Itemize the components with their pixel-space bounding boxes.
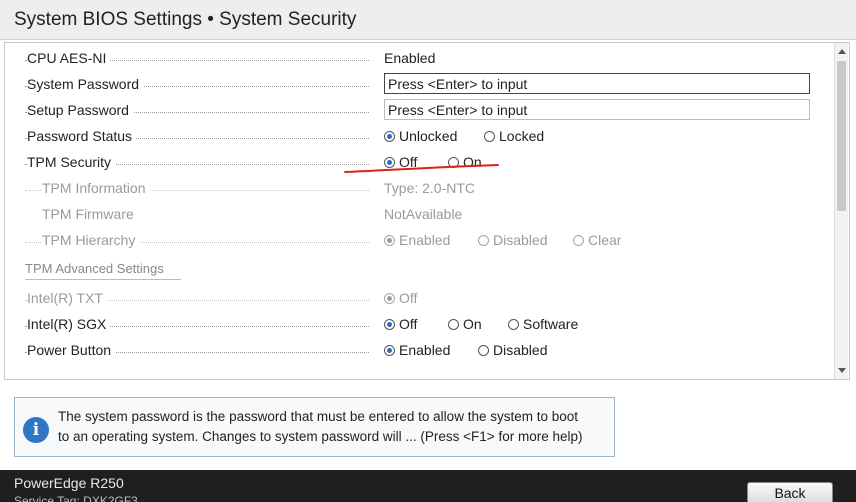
help-text: The system password is the password that… <box>58 407 610 447</box>
radio-dot <box>384 344 395 356</box>
intel-sgx-software-radio[interactable]: Software <box>508 316 578 332</box>
password-status-unlocked-radio[interactable]: Unlocked <box>384 128 457 144</box>
tpm-security-off-radio[interactable]: Off <box>384 154 417 170</box>
tpm-information-label: TPM Information <box>42 180 150 196</box>
system-model: PowerEdge R250 <box>14 475 124 491</box>
row-intel-txt: Intel(R) TXT Off <box>5 287 835 311</box>
intel-sgx-on-radio[interactable]: On <box>448 316 482 332</box>
radio-dot <box>448 156 459 168</box>
radio-dot <box>478 344 489 356</box>
row-tpm-security: TPM Security Off On <box>5 151 835 175</box>
intel-sgx-off-radio[interactable]: Off <box>384 316 417 332</box>
radio-label: On <box>463 154 482 170</box>
scroll-down-arrow-icon[interactable] <box>838 368 846 373</box>
radio-dot <box>448 318 459 330</box>
setup-password-label: Setup Password <box>27 102 133 118</box>
radio-dot <box>384 156 395 168</box>
settings-panel: CPU AES-NI Enabled System Password Press… <box>4 42 850 380</box>
row-password-status: Password Status Unlocked Locked <box>5 125 835 149</box>
system-password-input[interactable]: Press <Enter> to input <box>384 73 810 94</box>
radio-dot <box>478 234 489 246</box>
tpm-hierarchy-label: TPM Hierarchy <box>42 232 140 248</box>
row-power-button: Power Button Enabled Disabled <box>5 339 835 363</box>
power-button-disabled-radio[interactable]: Disabled <box>478 342 547 358</box>
row-intel-sgx: Intel(R) SGX Off On Software <box>5 313 835 337</box>
radio-label: Off <box>399 316 418 332</box>
cpu-aes-ni-value: Enabled <box>384 50 436 66</box>
help-line-1: The system password is the password that… <box>58 409 579 424</box>
password-status-locked-radio[interactable]: Locked <box>484 128 544 144</box>
tpm-information-value: Type: 2.0-NTC <box>384 180 476 196</box>
tpm-hierarchy-disabled-radio: Disabled <box>478 232 547 248</box>
footer-bar: PowerEdge R250 Service Tag: DXK2GF3 <box>0 470 856 502</box>
tpm-hierarchy-clear-radio: Clear <box>573 232 621 248</box>
radio-dot <box>573 234 584 246</box>
title-bar: System BIOS Settings • System Security <box>0 0 856 40</box>
intel-txt-off-radio: Off <box>384 290 417 306</box>
radio-label: Clear <box>588 232 622 248</box>
radio-label: Software <box>523 316 579 332</box>
row-system-password: System Password Press <Enter> to input <box>5 73 835 97</box>
radio-label: Locked <box>499 128 545 144</box>
power-button-enabled-radio[interactable]: Enabled <box>384 342 450 358</box>
tpm-firmware-value: NotAvailable <box>384 206 463 222</box>
radio-dot <box>384 234 395 246</box>
cpu-aes-ni-label: CPU AES-NI <box>27 50 111 66</box>
vertical-scrollbar[interactable] <box>834 43 848 379</box>
tpm-hierarchy-enabled-radio: Enabled <box>384 232 450 248</box>
radio-label: Enabled <box>399 342 451 358</box>
radio-label: Unlocked <box>399 128 458 144</box>
setup-password-input[interactable]: Press <Enter> to input <box>384 99 810 120</box>
radio-dot <box>484 130 495 142</box>
intel-sgx-label: Intel(R) SGX <box>27 316 111 332</box>
service-tag: Service Tag: DXK2GF3 <box>14 494 138 502</box>
row-tpm-information: TPM Information Type: 2.0-NTC <box>5 177 835 201</box>
tpm-security-on-radio[interactable]: On <box>448 154 482 170</box>
tpm-firmware-label: TPM Firmware <box>42 206 138 222</box>
help-panel: i The system password is the password th… <box>14 397 615 457</box>
help-line-2: to an operating system. Changes to syste… <box>58 429 583 444</box>
radio-dot <box>384 292 395 304</box>
radio-dot <box>508 318 519 330</box>
radio-label: Off <box>399 290 418 306</box>
radio-label: Disabled <box>493 232 548 248</box>
row-setup-password: Setup Password Press <Enter> to input <box>5 99 835 123</box>
radio-dot <box>384 318 395 330</box>
password-status-label: Password Status <box>27 128 137 144</box>
tpm-advanced-settings-heading[interactable]: TPM Advanced Settings <box>25 261 181 280</box>
radio-label: Enabled <box>399 232 451 248</box>
page-title: System BIOS Settings • System Security <box>14 9 357 30</box>
row-cpu-aes-ni: CPU AES-NI Enabled <box>5 47 835 71</box>
tpm-security-label: TPM Security <box>27 154 116 170</box>
info-icon: i <box>23 417 49 443</box>
intel-txt-label: Intel(R) TXT <box>27 290 107 306</box>
row-tpm-hierarchy: TPM Hierarchy Enabled Disabled Clear <box>5 229 835 253</box>
system-password-label: System Password <box>27 76 144 92</box>
radio-dot <box>384 130 395 142</box>
radio-label: Disabled <box>493 342 548 358</box>
scroll-up-arrow-icon[interactable] <box>838 49 846 54</box>
row-tpm-firmware: TPM Firmware NotAvailable <box>5 203 835 227</box>
scrollbar-thumb[interactable] <box>837 61 846 211</box>
radio-label: Off <box>399 154 418 170</box>
back-button[interactable]: Back <box>747 482 833 502</box>
radio-label: On <box>463 316 482 332</box>
power-button-label: Power Button <box>27 342 116 358</box>
